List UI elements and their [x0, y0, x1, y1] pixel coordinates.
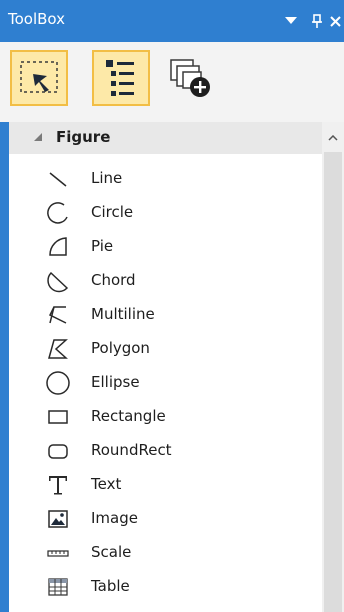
- section-label: Figure: [56, 128, 111, 146]
- toolbar: [0, 42, 344, 122]
- add-window-icon: [170, 59, 210, 97]
- list-item-label: Multiline: [91, 305, 155, 323]
- list-item-label: Pie: [91, 237, 114, 255]
- list-item-label: Ellipse: [91, 373, 140, 391]
- list-item-image[interactable]: Image: [9, 502, 322, 536]
- chord-icon: [45, 268, 71, 294]
- list-item-ellipse[interactable]: Ellipse: [9, 366, 322, 400]
- ellipse-icon: [45, 370, 71, 396]
- list-item-scale[interactable]: Scale: [9, 536, 322, 570]
- list-item-label: Scale: [91, 543, 132, 561]
- chevron-up-icon: [328, 135, 338, 141]
- list-item-label: Text: [91, 475, 122, 493]
- list-item-rectangle[interactable]: Rectangle: [9, 400, 322, 434]
- polygon-icon: [45, 336, 71, 362]
- list-view-icon: [106, 60, 134, 96]
- add-window-button[interactable]: [162, 50, 220, 106]
- list-item-roundrect[interactable]: RoundRect: [9, 434, 322, 468]
- list-item-polygon[interactable]: Polygon: [9, 332, 322, 366]
- pointer-tool-button[interactable]: [10, 50, 68, 106]
- table-icon: [45, 574, 71, 600]
- image-icon: [45, 506, 71, 532]
- list-tool-button[interactable]: [92, 50, 150, 106]
- pie-icon: [45, 234, 71, 260]
- list-item-label: Circle: [91, 203, 134, 221]
- list-item-line[interactable]: Line: [9, 162, 322, 196]
- collapse-triangle-icon[interactable]: [33, 132, 43, 142]
- scale-icon: [45, 540, 71, 566]
- close-icon: [329, 15, 341, 27]
- list-item-label: Polygon: [91, 339, 150, 357]
- roundrect-icon: [45, 438, 71, 464]
- section-figure-header[interactable]: Figure: [9, 122, 322, 154]
- list-item-chord[interactable]: Chord: [9, 264, 322, 298]
- list-item-label: Image: [91, 509, 138, 527]
- list-item-label: Table: [91, 577, 130, 595]
- title-bar: ToolBox: [0, 0, 344, 42]
- list-item-label: RoundRect: [91, 441, 172, 459]
- close-button[interactable]: [322, 8, 344, 34]
- list-item-pie[interactable]: Pie: [9, 230, 322, 264]
- multiline-icon: [45, 302, 71, 328]
- panel-title: ToolBox: [8, 10, 66, 28]
- list-item-table[interactable]: Table: [9, 570, 322, 604]
- scroll-up-button[interactable]: [322, 128, 344, 148]
- list-item-label: Chord: [91, 271, 136, 289]
- pin-icon: [312, 14, 322, 28]
- rectangle-icon: [45, 404, 71, 430]
- dropdown-arrow-icon: [285, 17, 297, 24]
- pointer-select-icon: [20, 61, 58, 93]
- list-item-circle[interactable]: Circle: [9, 196, 322, 230]
- text-icon: [45, 472, 71, 498]
- scroll-thumb[interactable]: [324, 152, 342, 612]
- toolbox-panel: ToolBox Figure Line Circle Pie Chord Mul…: [0, 0, 344, 612]
- list-item-label: Rectangle: [91, 407, 166, 425]
- toolbox-tree: Figure Line Circle Pie Chord Multiline P…: [0, 122, 344, 612]
- line-icon: [45, 166, 71, 192]
- circle-arc-icon: [45, 200, 71, 226]
- list-item-label: Line: [91, 169, 123, 187]
- list-item-multiline[interactable]: Multiline: [9, 298, 322, 332]
- panel-left-border: [0, 122, 9, 612]
- dropdown-button[interactable]: [278, 8, 304, 34]
- list-item-text[interactable]: Text: [9, 468, 322, 502]
